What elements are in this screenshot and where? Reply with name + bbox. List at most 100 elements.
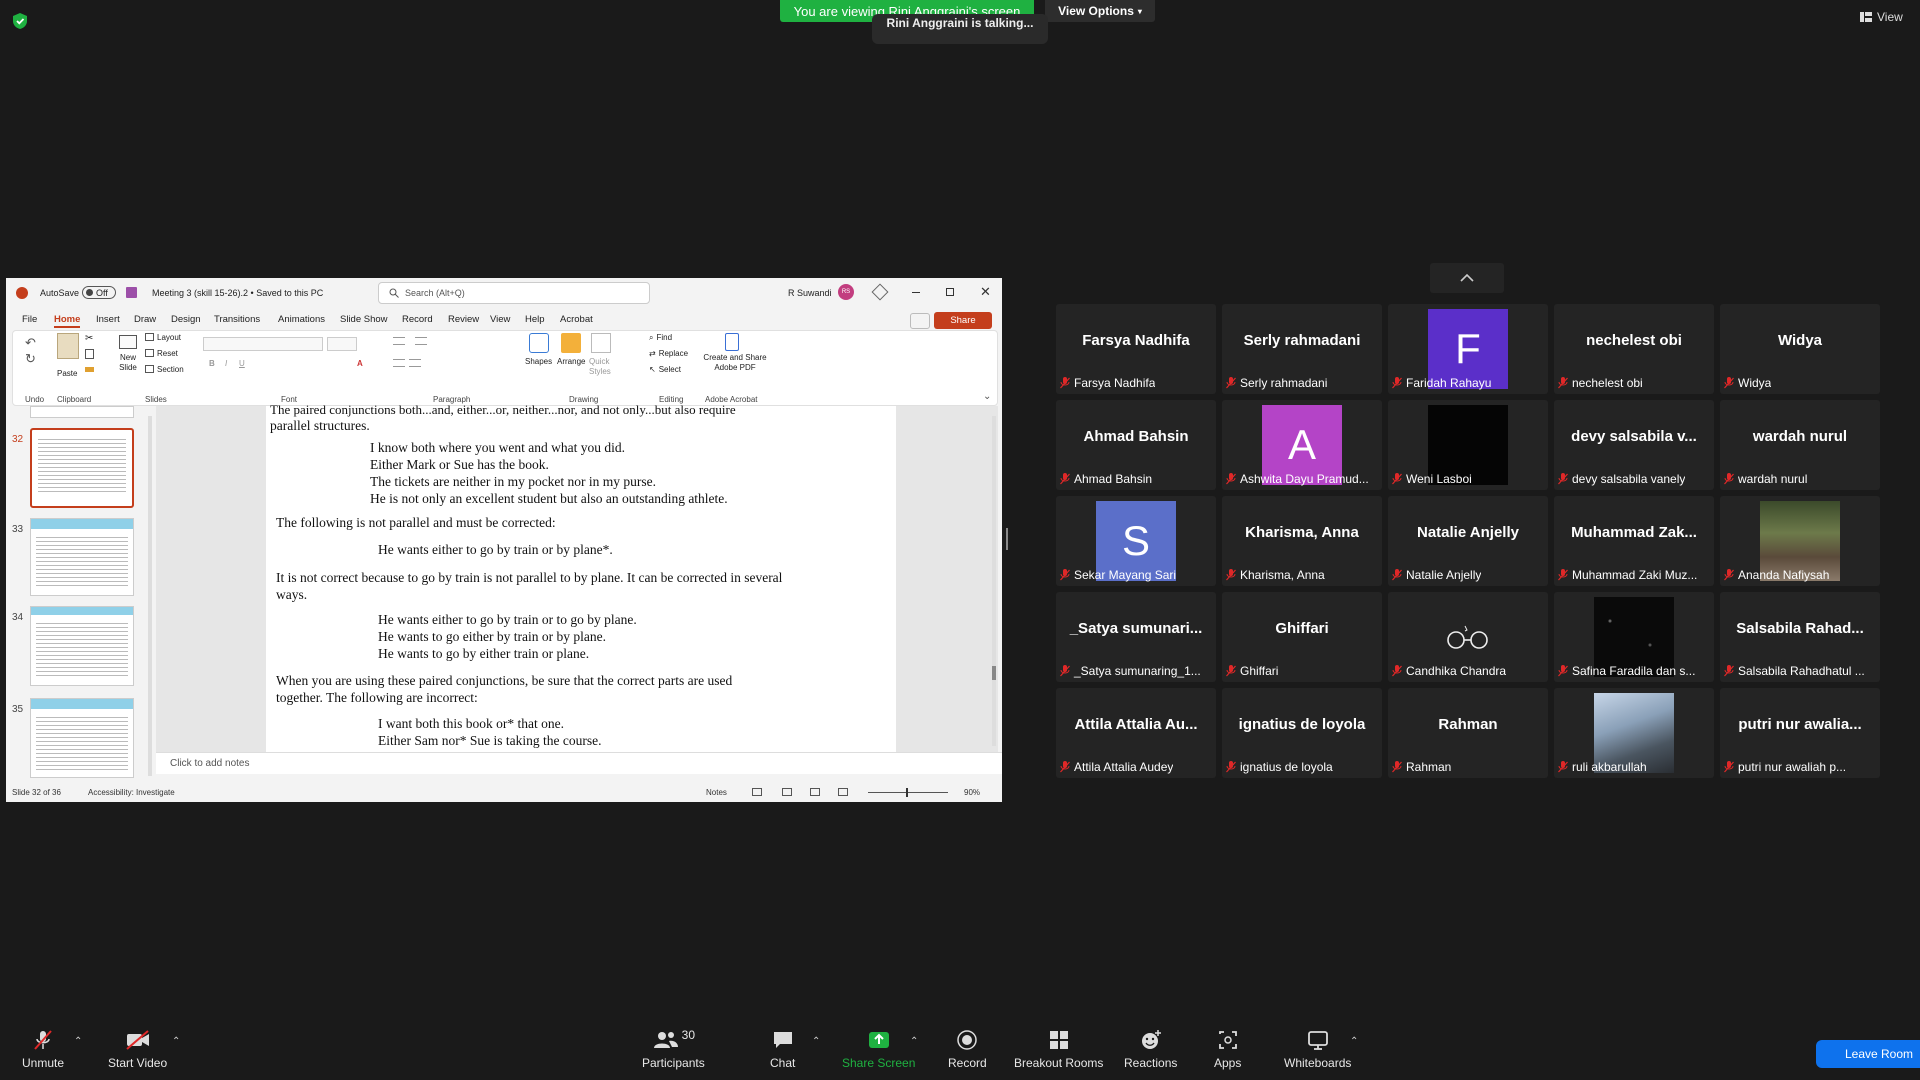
bold-icon[interactable]: B	[209, 359, 215, 368]
breakout-rooms-button[interactable]: Breakout Rooms	[1014, 1028, 1103, 1070]
record-button[interactable]: Record	[948, 1028, 987, 1070]
scroll-thumb[interactable]	[992, 666, 996, 680]
share-button[interactable]: Share	[934, 312, 992, 329]
participant-tile[interactable]: nechelest obi nechelest obi	[1554, 304, 1714, 394]
slide-thumbnail-35[interactable]	[30, 698, 134, 778]
user-avatar[interactable]: RS	[838, 284, 854, 300]
participant-tile[interactable]: Attila Attalia Au... Attila Attalia Audey	[1056, 688, 1216, 778]
minimize-icon[interactable]	[912, 292, 920, 293]
tab-review[interactable]: Review	[448, 314, 479, 325]
font-color-icon[interactable]: A	[357, 359, 363, 368]
view-button[interactable]: View	[1860, 10, 1903, 24]
cut-icon[interactable]: ✂	[85, 333, 93, 344]
reading-view-icon[interactable]	[810, 788, 820, 796]
tab-draw[interactable]: Draw	[134, 314, 156, 325]
layout-button[interactable]: Layout	[145, 333, 181, 342]
participant-tile[interactable]: Ghiffari Ghiffari	[1222, 592, 1382, 682]
zoom-level[interactable]: 90%	[964, 788, 980, 797]
participant-tile[interactable]: wardah nurul wardah nurul	[1720, 400, 1880, 490]
zoom-slider[interactable]	[868, 788, 948, 797]
slideshow-icon[interactable]	[838, 788, 848, 796]
slide-thumbnail-33[interactable]	[30, 518, 134, 596]
align-left-icon[interactable]	[393, 359, 405, 367]
accessibility-status[interactable]: Accessibility: Investigate	[88, 788, 175, 797]
bullets-icon[interactable]	[393, 337, 405, 345]
adobe-pdf-icon[interactable]	[725, 333, 739, 351]
start-video-button[interactable]: Start Video	[108, 1028, 167, 1070]
view-options-button[interactable]: View Options ▾	[1045, 0, 1155, 22]
thumbs-scrollbar[interactable]	[148, 416, 152, 776]
participant-tile[interactable]: Kharisma, Anna Kharisma, Anna	[1222, 496, 1382, 586]
comments-icon[interactable]	[910, 313, 930, 329]
close-icon[interactable]: ✕	[980, 284, 991, 300]
participant-tile[interactable]: S Sekar Mayang Sari	[1056, 496, 1216, 586]
participant-tile[interactable]: F Faridah Rahayu	[1388, 304, 1548, 394]
slide-thumbnail-34[interactable]	[30, 606, 134, 686]
chat-button[interactable]: Chat	[770, 1028, 795, 1070]
format-painter-icon[interactable]	[85, 367, 94, 372]
participant-tile[interactable]: Widya Widya	[1720, 304, 1880, 394]
search-box[interactable]: Search (Alt+Q)	[378, 282, 650, 304]
share-options-chevron-icon[interactable]: ⌃	[910, 1036, 918, 1047]
whiteboard-options-chevron-icon[interactable]: ⌃	[1350, 1036, 1358, 1047]
new-slide-button[interactable]	[119, 335, 137, 349]
participant-tile[interactable]: Muhammad Zak... Muhammad Zaki Muz...	[1554, 496, 1714, 586]
paste-button[interactable]	[57, 333, 79, 359]
apps-button[interactable]: Apps	[1214, 1028, 1241, 1070]
leave-room-button[interactable]: Leave Room	[1816, 1040, 1920, 1068]
numbering-icon[interactable]	[415, 337, 427, 345]
whiteboards-button[interactable]: Whiteboards	[1284, 1028, 1351, 1070]
participant-tile[interactable]: Farsya Nadhifa Farsya Nadhifa	[1056, 304, 1216, 394]
tab-design[interactable]: Design	[171, 314, 201, 325]
tab-view[interactable]: View	[490, 314, 510, 325]
underline-icon[interactable]: U	[239, 359, 245, 368]
normal-view-icon[interactable]	[752, 788, 762, 796]
redo-icon[interactable]: ↻	[25, 351, 36, 367]
autosave-toggle[interactable]: Off	[82, 286, 116, 299]
participant-tile[interactable]: Salsabila Rahad... Salsabila Rahadhatul .…	[1720, 592, 1880, 682]
pen-icon[interactable]	[871, 283, 889, 301]
participant-tile[interactable]: Safina Faradila dan s...	[1554, 592, 1714, 682]
participant-tile[interactable]: Candhika Chandra	[1388, 592, 1548, 682]
tab-file[interactable]: File	[22, 314, 37, 325]
participant-tile[interactable]: Rahman Rahman	[1388, 688, 1548, 778]
ribbon-collapse-icon[interactable]: ⌄	[983, 391, 991, 402]
font-size-box[interactable]	[327, 337, 357, 351]
zoom-slider-thumb[interactable]	[906, 788, 908, 797]
split-divider[interactable]	[1006, 528, 1008, 550]
notes-toggle[interactable]: Notes	[706, 788, 727, 797]
participant-tile[interactable]: Serly rahmadani Serly rahmadani	[1222, 304, 1382, 394]
participant-tile[interactable]: devy salsabila v... devy salsabila vanely	[1554, 400, 1714, 490]
replace-button[interactable]: ⇄ Replace	[649, 349, 688, 358]
slide-scrollbar[interactable]	[992, 416, 996, 746]
find-button[interactable]: ⌕ Find	[649, 333, 672, 343]
select-button[interactable]: ↖ Select	[649, 365, 681, 374]
arrange-button[interactable]	[561, 333, 581, 353]
reset-button[interactable]: Reset	[145, 349, 178, 358]
tab-acrobat[interactable]: Acrobat	[560, 314, 593, 325]
participant-tile[interactable]: A Ashwita Dayu Pramud...	[1222, 400, 1382, 490]
copy-icon[interactable]	[85, 349, 94, 359]
audio-options-chevron-icon[interactable]: ⌃	[74, 1036, 82, 1047]
font-name-box[interactable]	[203, 337, 323, 351]
tab-transitions[interactable]: Transitions	[214, 314, 260, 325]
participant-tile[interactable]: putri nur awalia... putri nur awaliah p..…	[1720, 688, 1880, 778]
shapes-button[interactable]	[529, 333, 549, 353]
reactions-button[interactable]: Reactions	[1124, 1028, 1177, 1070]
tab-slide-show[interactable]: Slide Show	[340, 314, 388, 325]
maximize-icon[interactable]	[946, 288, 954, 296]
undo-icon[interactable]: ↶	[25, 335, 36, 351]
tab-help[interactable]: Help	[525, 314, 545, 325]
participant-tile[interactable]: ruli akbarullah	[1554, 688, 1714, 778]
tab-insert[interactable]: Insert	[96, 314, 120, 325]
gallery-page-up-button[interactable]	[1430, 263, 1504, 293]
participants-button[interactable]: 30 Participants	[642, 1028, 705, 1070]
tab-animations[interactable]: Animations	[278, 314, 325, 325]
section-button[interactable]: Section	[145, 365, 184, 374]
video-options-chevron-icon[interactable]: ⌃	[172, 1036, 180, 1047]
align-center-icon[interactable]	[409, 359, 421, 367]
participant-tile[interactable]: ignatius de loyola ignatius de loyola	[1222, 688, 1382, 778]
tab-home[interactable]: Home	[54, 314, 81, 328]
unmute-button[interactable]: Unmute	[22, 1028, 64, 1070]
chat-options-chevron-icon[interactable]: ⌃	[812, 1036, 820, 1047]
